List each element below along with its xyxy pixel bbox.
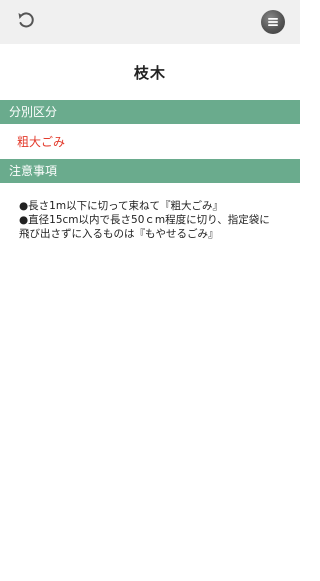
note-line: ●長さ1m以下に切って束ねて『粗大ごみ』	[19, 200, 224, 212]
classification-header: 分別区分	[0, 100, 300, 124]
top-bar	[0, 0, 300, 44]
classification-value: 粗大ごみ	[17, 135, 66, 149]
menu-button[interactable]	[261, 10, 285, 34]
note-line: ●直径15cm以内で長さ50ｃm程度に切り、指定袋に飛び出さずに入るものは『もや…	[19, 214, 270, 240]
hamburger-menu-icon	[267, 13, 279, 32]
title-area: 枝木	[0, 44, 300, 100]
back-button[interactable]	[15, 11, 37, 33]
undo-arrow-icon	[16, 10, 36, 34]
classification-row: 粗大ごみ	[0, 124, 300, 159]
page-title: 枝木	[133, 63, 166, 82]
notes-header: 注意事項	[0, 159, 300, 183]
notes-body: ●長さ1m以下に切って束ねて『粗大ごみ』 ●直径15cm以内で長さ50ｃm程度に…	[0, 183, 300, 241]
